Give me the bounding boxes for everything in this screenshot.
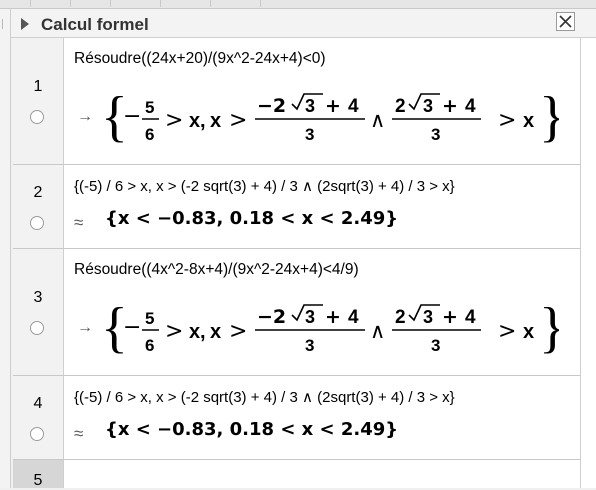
row-input[interactable]: Résoudre((4x^2-8x+4)/(9x^2-24x+4)<4/9) bbox=[74, 261, 359, 279]
row-toggle-radio[interactable] bbox=[30, 110, 44, 124]
svg-text:>: > bbox=[165, 108, 183, 133]
row-header bbox=[13, 165, 64, 248]
svg-text:x: x bbox=[189, 321, 200, 343]
view-title: Calcul formel bbox=[41, 15, 149, 34]
right-scroll-strip[interactable] bbox=[580, 38, 596, 488]
svg-text:3: 3 bbox=[305, 336, 314, 355]
row-output: {x < −0.83, 0.18 < x < 2.49} bbox=[105, 419, 399, 440]
svg-text:}: } bbox=[539, 86, 559, 148]
row-number: 5 bbox=[33, 472, 43, 489]
output-math: { − 5 6 > x , x > −2 3 + 4 3 ∧ 2 3 + 4 3… bbox=[101, 297, 559, 359]
svg-text:∧: ∧ bbox=[370, 108, 385, 132]
svg-text:x: x bbox=[210, 110, 221, 132]
svg-text:}: } bbox=[539, 297, 559, 359]
row-input[interactable]: Résoudre((24x+20)/(9x^2-24x+4)<0) bbox=[74, 50, 326, 68]
svg-text:6: 6 bbox=[145, 125, 154, 144]
cas-row-3[interactable]: 3 Résoudre((4x^2-8x+4)/(9x^2-24x+4)<4/9)… bbox=[13, 249, 580, 376]
cas-row-1[interactable]: 1 Résoudre((24x+20)/(9x^2-24x+4)<0) → { … bbox=[13, 38, 580, 165]
svg-text:+: + bbox=[442, 306, 458, 328]
row-header bbox=[13, 376, 64, 459]
row-toggle-radio[interactable] bbox=[30, 321, 44, 335]
row-toggle-radio[interactable] bbox=[30, 427, 44, 441]
row-input[interactable]: {(-5) / 6 > x, x > (-2 sqrt(3) + 4) / 3 … bbox=[74, 388, 455, 406]
cas-panel: 1 Résoudre((24x+20)/(9x^2-24x+4)<0) → { … bbox=[13, 38, 580, 489]
svg-text:4: 4 bbox=[348, 307, 359, 328]
svg-text:−2: −2 bbox=[257, 306, 286, 328]
approx-output-icon: ≈ bbox=[74, 424, 84, 443]
svg-text:−2: −2 bbox=[257, 95, 286, 117]
svg-text:+: + bbox=[325, 306, 341, 328]
cas-row-2[interactable]: 2 {(-5) / 6 > x, x > (-2 sqrt(3) + 4) / … bbox=[13, 165, 580, 249]
svg-text:4: 4 bbox=[465, 96, 476, 117]
row-number: 1 bbox=[33, 78, 43, 95]
svg-text:>: > bbox=[165, 319, 183, 344]
svg-text:−: − bbox=[123, 104, 141, 129]
row-number: 2 bbox=[33, 184, 43, 201]
svg-text:3: 3 bbox=[423, 307, 433, 327]
cas-view-titlebar: Calcul formel bbox=[11, 9, 596, 38]
output-math: { − 5 6 > x , x > −2 3 + 4 3 ∧ 2 3 + 4 3… bbox=[101, 86, 559, 148]
svg-text:3: 3 bbox=[423, 96, 433, 116]
collapse-triangle-icon[interactable] bbox=[21, 18, 29, 30]
svg-text:>: > bbox=[498, 319, 516, 344]
svg-text:x: x bbox=[523, 321, 534, 343]
svg-text:3: 3 bbox=[431, 125, 440, 144]
svg-text:3: 3 bbox=[431, 336, 440, 355]
svg-text:5: 5 bbox=[145, 98, 154, 117]
svg-text:4: 4 bbox=[465, 307, 476, 328]
svg-text:3: 3 bbox=[305, 96, 315, 116]
row-input[interactable]: {(-5) / 6 > x, x > (-2 sqrt(3) + 4) / 3 … bbox=[74, 177, 455, 195]
svg-text:2: 2 bbox=[395, 307, 406, 328]
row-number: 3 bbox=[33, 289, 43, 306]
row-number: 4 bbox=[33, 395, 43, 412]
svg-text:+: + bbox=[325, 95, 341, 117]
svg-text:x: x bbox=[189, 110, 200, 132]
svg-text:2: 2 bbox=[395, 96, 406, 117]
top-toolbar-strip bbox=[0, 0, 596, 9]
svg-text:>: > bbox=[498, 108, 516, 133]
svg-text:,: , bbox=[200, 321, 206, 343]
row-header bbox=[13, 38, 64, 164]
svg-text:,: , bbox=[200, 110, 206, 132]
cas-row-5[interactable]: 5 bbox=[13, 460, 580, 489]
svg-text:x: x bbox=[523, 110, 534, 132]
svg-text:>: > bbox=[229, 319, 247, 344]
svg-text:x: x bbox=[210, 321, 221, 343]
arrow-output-icon: → bbox=[77, 108, 93, 125]
row-header bbox=[13, 249, 64, 375]
close-button[interactable] bbox=[556, 12, 575, 31]
arrow-output-icon: → bbox=[77, 319, 93, 336]
svg-text:+: + bbox=[442, 95, 458, 117]
left-edge-strip bbox=[0, 9, 11, 488]
svg-text:5: 5 bbox=[145, 309, 154, 328]
svg-text:3: 3 bbox=[305, 307, 315, 327]
svg-text:>: > bbox=[229, 108, 247, 133]
svg-text:4: 4 bbox=[348, 96, 359, 117]
svg-text:−: − bbox=[123, 315, 141, 340]
approx-output-icon: ≈ bbox=[74, 213, 84, 232]
row-toggle-radio[interactable] bbox=[30, 216, 44, 230]
svg-text:6: 6 bbox=[145, 336, 154, 355]
row-output: {x < −0.83, 0.18 < x < 2.49} bbox=[105, 208, 399, 229]
close-icon bbox=[559, 15, 572, 28]
svg-text:∧: ∧ bbox=[370, 319, 385, 343]
svg-text:3: 3 bbox=[305, 125, 314, 144]
cas-row-4[interactable]: 4 {(-5) / 6 > x, x > (-2 sqrt(3) + 4) / … bbox=[13, 376, 580, 460]
